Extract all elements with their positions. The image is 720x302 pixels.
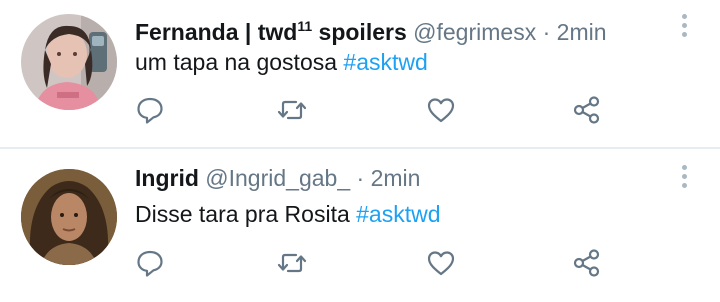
timestamp[interactable]: 2min bbox=[557, 19, 607, 45]
retweet-icon[interactable] bbox=[276, 94, 308, 126]
more-vertical-icon[interactable] bbox=[676, 12, 692, 42]
username[interactable]: @fegrimesx bbox=[413, 19, 536, 45]
share-icon[interactable] bbox=[570, 94, 602, 126]
hashtag-link[interactable]: #asktwd bbox=[343, 49, 427, 75]
tweet-text-content: Disse tara pra Rosita bbox=[135, 201, 350, 227]
heart-icon[interactable] bbox=[425, 94, 457, 126]
username[interactable]: @Ingrid_gab_ bbox=[205, 165, 350, 191]
reply-icon[interactable] bbox=[134, 247, 166, 279]
tweet[interactable]: Ingrid @Ingrid_gab_ · 2min Disse tara pr… bbox=[0, 149, 720, 302]
tweet-actions bbox=[0, 247, 720, 279]
display-name[interactable]: Fernanda | twd11 spoilers bbox=[135, 18, 407, 45]
tweet-text: um tapa na gostosa #asktwd bbox=[135, 48, 428, 76]
tweet-text: Disse tara pra Rosita #asktwd bbox=[135, 200, 441, 228]
retweet-icon[interactable] bbox=[276, 247, 308, 279]
heart-icon[interactable] bbox=[425, 247, 457, 279]
more-vertical-icon[interactable] bbox=[676, 163, 692, 193]
separator: · bbox=[542, 19, 551, 45]
tweet-header: Ingrid @Ingrid_gab_ · 2min bbox=[135, 164, 420, 192]
name-superscript: 11 bbox=[297, 18, 313, 34]
hashtag-link[interactable]: #asktwd bbox=[356, 201, 440, 227]
tweet-actions bbox=[0, 94, 720, 126]
reply-icon[interactable] bbox=[134, 94, 166, 126]
separator: · bbox=[356, 165, 365, 191]
tweet-header: Fernanda | twd11 spoilers @fegrimesx · 2… bbox=[135, 12, 607, 46]
share-icon[interactable] bbox=[570, 247, 602, 279]
tweet[interactable]: Fernanda | twd11 spoilers @fegrimesx · 2… bbox=[0, 0, 720, 147]
display-name[interactable]: Ingrid bbox=[135, 165, 199, 191]
tweet-text-content: um tapa na gostosa bbox=[135, 49, 338, 75]
timestamp[interactable]: 2min bbox=[371, 165, 421, 191]
